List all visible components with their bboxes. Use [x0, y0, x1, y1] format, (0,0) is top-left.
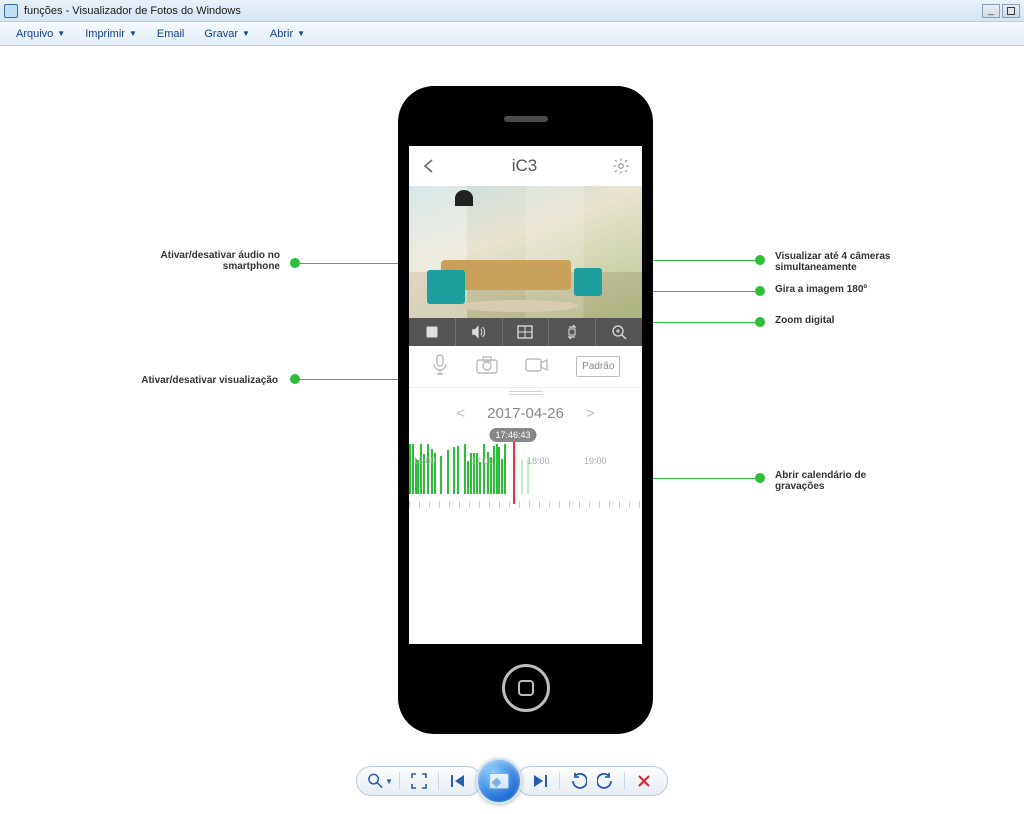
date-label[interactable]: 2017-04-26 [487, 405, 564, 422]
menu-arquivo[interactable]: Arquivo ▼ [6, 25, 75, 43]
annotation-dot [290, 374, 300, 384]
playhead-time-label: 17:46:43 [489, 428, 536, 442]
timeline-bars [409, 444, 642, 502]
menu-imprimir[interactable]: Imprimir ▼ [75, 25, 147, 43]
annotation-audio: Ativar/desativar áudio no smartphone [150, 250, 280, 272]
camera-live-view[interactable] [409, 186, 642, 318]
phone-screen: iC3 [409, 146, 642, 644]
menu-arquivo-label: Arquivo [16, 28, 53, 40]
app-header: iC3 [409, 146, 642, 186]
annotation-dot [290, 258, 300, 268]
chevron-down-icon: ▼ [57, 29, 65, 38]
menu-email-label: Email [157, 28, 185, 40]
video-icon[interactable] [525, 357, 549, 376]
video-controls-bar [409, 318, 642, 346]
zoom-button[interactable]: ▼ [367, 770, 393, 792]
annotation-visualizacao: Ativar/desativar visualização [128, 375, 278, 386]
fit-to-window-button[interactable] [406, 770, 432, 792]
annotation-zoom: Zoom digital [775, 315, 834, 326]
chevron-down-icon: ▼ [129, 29, 137, 38]
menu-abrir[interactable]: Abrir ▼ [260, 25, 315, 43]
annotation-dot [755, 473, 765, 483]
toolbar-pill: ▼ [356, 766, 482, 796]
tick-label-18: 18:00 [527, 456, 550, 466]
annotation-connector [643, 322, 755, 323]
app-title: iC3 [512, 156, 538, 176]
tick-label-17: 17:00 [471, 456, 494, 466]
window-titlebar: funções - Visualizador de Fotos do Windo… [0, 0, 1024, 22]
gear-icon[interactable] [612, 157, 630, 175]
rotate-cw-button[interactable] [592, 770, 618, 792]
chevron-down-icon: ▼ [297, 29, 305, 38]
delete-button[interactable] [631, 770, 657, 792]
drag-handle[interactable] [409, 388, 642, 398]
grid-icon[interactable] [503, 318, 550, 346]
chevron-down-icon: ▼ [385, 777, 393, 786]
rotate-180-icon[interactable] [549, 318, 596, 346]
action-bar: Padrão [409, 346, 642, 388]
date-next-button[interactable]: > [580, 405, 601, 422]
zoom-in-icon[interactable] [596, 318, 642, 346]
speaker-icon[interactable] [456, 318, 503, 346]
slideshow-button[interactable] [476, 758, 522, 804]
annotation-connector [643, 260, 755, 261]
annotation-calendar: Abrir calendário de gravações [775, 470, 885, 492]
annotation-rotate: Gira a imagem 180º [775, 284, 867, 295]
annotation-dot [755, 286, 765, 296]
next-image-button[interactable] [527, 770, 553, 792]
microphone-icon[interactable] [431, 354, 449, 379]
annotation-dot [755, 317, 765, 327]
recordings-timeline[interactable]: 17:46:43 16:00 17:00 18:00 19:00 [409, 428, 642, 508]
menu-gravar-label: Gravar [204, 28, 238, 40]
window-minimize-button[interactable]: _ [982, 4, 1000, 18]
prev-image-button[interactable] [445, 770, 471, 792]
annotation-dot [755, 255, 765, 265]
stop-view-button[interactable] [409, 318, 456, 346]
phone-speaker [504, 116, 548, 122]
annotation-connector [643, 478, 755, 479]
window-maximize-button[interactable] [1002, 4, 1020, 18]
menubar: Arquivo ▼ Imprimir ▼ Email Gravar ▼ Abrir ▼ [0, 22, 1024, 46]
menu-imprimir-label: Imprimir [85, 28, 125, 40]
toolbar-pill-right [516, 766, 668, 796]
window-title: funções - Visualizador de Fotos do Windo… [24, 5, 241, 17]
date-prev-button[interactable]: < [450, 405, 471, 422]
quality-button[interactable]: Padrão [576, 356, 620, 377]
camera-icon[interactable] [476, 356, 498, 377]
menu-gravar[interactable]: Gravar ▼ [194, 25, 260, 43]
image-canvas: Ativar/desativar áudio no smartphone Ati… [0, 46, 1024, 759]
phone-mockup: iC3 [398, 86, 653, 734]
viewer-toolbar: ▼ [0, 760, 1024, 802]
annotation-connector [300, 263, 410, 264]
tick-label-16: 16:00 [413, 456, 436, 466]
rotate-ccw-button[interactable] [566, 770, 592, 792]
home-button[interactable] [502, 664, 550, 712]
chevron-down-icon: ▼ [242, 29, 250, 38]
annotation-multiview: Visualizar até 4 câmeras simultaneamente [775, 251, 895, 273]
menu-abrir-label: Abrir [270, 28, 293, 40]
menu-email[interactable]: Email [147, 25, 195, 43]
back-button[interactable] [421, 158, 437, 174]
tick-label-19: 19:00 [584, 456, 607, 466]
picture-icon [489, 773, 509, 789]
annotation-connector [643, 291, 755, 292]
app-icon [4, 4, 18, 18]
date-nav: < 2017-04-26 > [409, 398, 642, 428]
